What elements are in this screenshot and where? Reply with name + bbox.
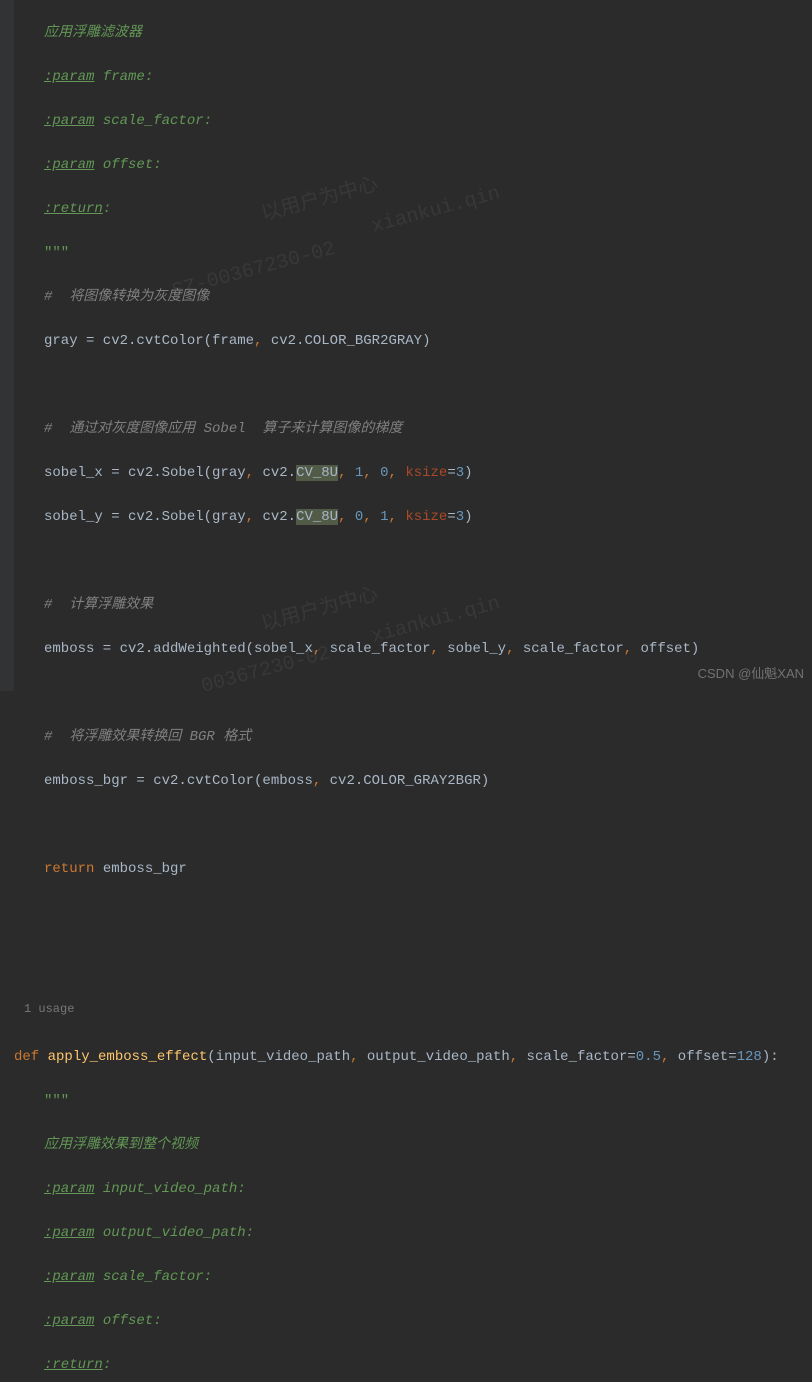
number: 3 <box>456 465 464 481</box>
comma: , <box>510 1049 518 1065</box>
param-tag: :param <box>44 1313 94 1329</box>
csdn-watermark: CSDN @仙魁XAN <box>698 663 804 685</box>
return-tag: :return <box>44 1357 103 1373</box>
comma: , <box>313 641 321 657</box>
paren: ) <box>464 465 472 481</box>
paren: ) <box>464 509 472 525</box>
return-colon: : <box>103 1357 111 1373</box>
code-text: emboss_bgr = cv2.cvtColor(emboss <box>44 773 313 789</box>
kwarg: ksize <box>405 465 447 481</box>
usage-hint[interactable]: 1 usage <box>14 990 812 1024</box>
paren-colon: ): <box>762 1049 779 1065</box>
return-tag: :return <box>44 201 103 217</box>
code-text: cv2. <box>254 465 296 481</box>
comment: 算子来计算图像的梯度 <box>246 421 403 437</box>
code-text: cv2. <box>254 509 296 525</box>
comma: , <box>246 465 254 481</box>
comma: , <box>506 641 514 657</box>
gutter <box>0 0 14 691</box>
number: 0 <box>380 465 388 481</box>
param-name: offset: <box>94 157 161 173</box>
code-text: sobel_y = cv2.Sobel(gray <box>44 509 246 525</box>
highlight: CV_8U <box>296 465 338 481</box>
eq: = <box>447 509 455 525</box>
comment: # 将浮雕效果转换回 BGR 格式 <box>44 729 251 745</box>
docstring-open: """ <box>44 1093 69 1109</box>
comma: , <box>430 641 438 657</box>
args: (input_video_path <box>207 1049 350 1065</box>
args: scale_factor <box>518 1049 627 1065</box>
code-text: cv2.COLOR_BGR2GRAY) <box>262 333 430 349</box>
code-text: sobel_y <box>439 641 506 657</box>
return-value: emboss_bgr <box>94 861 186 877</box>
comma: , <box>338 509 346 525</box>
return-colon: : <box>103 201 111 217</box>
docstring-title: 应用浮雕效果到整个视频 <box>44 1137 198 1153</box>
highlight: CV_8U <box>296 509 338 525</box>
keyword-def: def <box>14 1049 39 1065</box>
param-name: scale_factor: <box>94 1269 212 1285</box>
number: 0.5 <box>636 1049 661 1065</box>
param-name: offset: <box>94 1313 161 1329</box>
args: output_video_path <box>359 1049 510 1065</box>
param-tag: :param <box>44 157 94 173</box>
number: 128 <box>737 1049 762 1065</box>
keyword-return: return <box>44 861 94 877</box>
param-tag: :param <box>44 1225 94 1241</box>
number: 3 <box>456 509 464 525</box>
comma: , <box>389 465 397 481</box>
function-name: apply_emboss_effect <box>48 1049 208 1065</box>
kwarg: ksize <box>405 509 447 525</box>
param-tag: :param <box>44 113 94 129</box>
comma: , <box>624 641 632 657</box>
comma: , <box>661 1049 669 1065</box>
eq: = <box>627 1049 635 1065</box>
comment: # 将图像转换为灰度图像 <box>44 289 209 305</box>
comment: # 通过对灰度图像应用 <box>44 421 204 437</box>
comment: Sobel <box>204 421 246 437</box>
docstring-title: 应用浮雕滤波器 <box>44 25 142 41</box>
comma: , <box>389 509 397 525</box>
param-tag: :param <box>44 1181 94 1197</box>
code-text: scale_factor <box>321 641 430 657</box>
eq: = <box>728 1049 736 1065</box>
param-tag: :param <box>44 1269 94 1285</box>
param-name: input_video_path: <box>94 1181 245 1197</box>
code-editor[interactable]: 应用浮雕滤波器 :param frame: :param scale_facto… <box>0 0 812 1382</box>
param-name: output_video_path: <box>94 1225 254 1241</box>
comma: , <box>246 509 254 525</box>
comma: , <box>313 773 321 789</box>
number: 1 <box>380 509 388 525</box>
param-tag: :param <box>44 69 94 85</box>
comma: , <box>338 465 346 481</box>
code-text: sobel_x = cv2.Sobel(gray <box>44 465 246 481</box>
code-text: offset) <box>632 641 699 657</box>
args: offset <box>669 1049 728 1065</box>
code-text: emboss = cv2.addWeighted(sobel_x <box>44 641 313 657</box>
code-text: scale_factor <box>515 641 624 657</box>
comma: , <box>363 509 371 525</box>
docstring-close: """ <box>44 245 69 261</box>
param-name: scale_factor: <box>94 113 212 129</box>
code-text: cv2.COLOR_GRAY2BGR) <box>321 773 489 789</box>
comma: , <box>350 1049 358 1065</box>
comma: , <box>363 465 371 481</box>
param-name: frame: <box>94 69 153 85</box>
eq: = <box>447 465 455 481</box>
comment: # 计算浮雕效果 <box>44 597 153 613</box>
code-text: gray = cv2.cvtColor(frame <box>44 333 254 349</box>
